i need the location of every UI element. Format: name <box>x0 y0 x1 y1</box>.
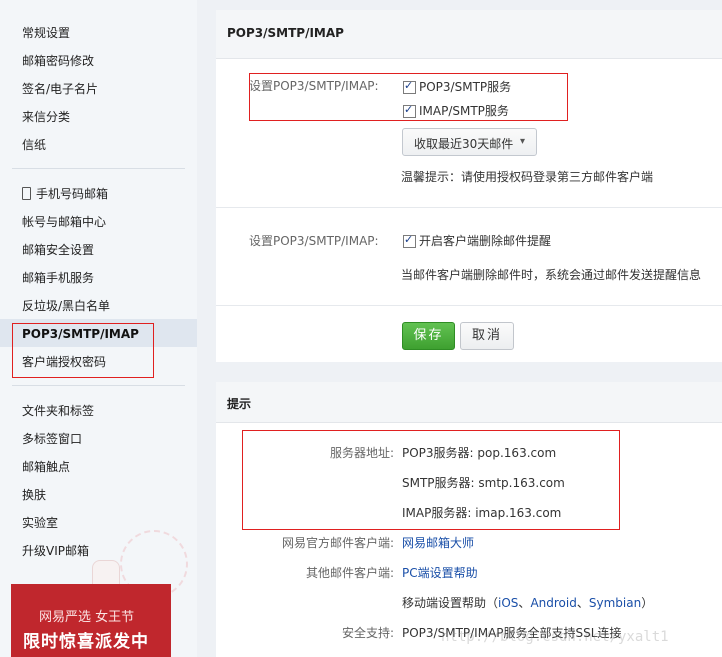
sidebar-item-lab[interactable]: 实验室 <box>22 515 58 531</box>
sidebar-item-password[interactable]: 邮箱密码修改 <box>22 53 94 69</box>
tips-panel-header: 提示 <box>216 382 722 423</box>
settings-panel: POP3/SMTP/IMAP 设置POP3/SMTP/IMAP: POP3/SM… <box>216 10 722 362</box>
sidebar-item-folders-tags[interactable]: 文件夹和标签 <box>22 403 94 419</box>
promo-line-2: 限时惊喜派发中 <box>23 632 149 652</box>
settings-sidebar: 常规设置 邮箱密码修改 签名/电子名片 来信分类 信纸 手机号码邮箱 帐号与邮箱… <box>0 0 197 657</box>
other-client-label: 其他邮件客户端: <box>305 566 394 580</box>
mobile-phone-icon <box>22 187 31 200</box>
sidebar-item-skin[interactable]: 换肤 <box>22 487 46 503</box>
sidebar-item-account-center[interactable]: 帐号与邮箱中心 <box>22 214 106 230</box>
promo-line-1: 网易严选 女王节 <box>39 610 135 625</box>
sidebar-divider <box>12 385 185 386</box>
auth-code-tip: 温馨提示：请使用授权码登录第三方邮件客户端 <box>401 170 654 184</box>
cancel-button[interactable]: 取消 <box>460 322 514 350</box>
sidebar-item-stationery[interactable]: 信纸 <box>22 137 46 153</box>
main-content: POP3/SMTP/IMAP 设置POP3/SMTP/IMAP: POP3/SM… <box>197 0 722 657</box>
sidebar-divider <box>12 168 185 169</box>
official-client-link[interactable]: 网易邮箱大师 <box>402 534 474 551</box>
watermark-url: http://blog.csdn.net/yxalt1 <box>441 629 669 645</box>
row2-label: 设置POP3/SMTP/IMAP: <box>249 234 379 248</box>
highlight-box-servers <box>242 430 620 530</box>
android-help-link[interactable]: Android <box>530 596 576 610</box>
mobile-help-prefix: 移动端设置帮助（ <box>402 596 499 610</box>
row-separator <box>216 207 722 208</box>
sidebar-item-touchpoints[interactable]: 邮箱触点 <box>22 459 70 475</box>
sidebar-item-multi-tab[interactable]: 多标签窗口 <box>22 431 82 447</box>
highlight-box-services <box>249 73 568 121</box>
delete-alert-label[interactable]: 开启客户端删除邮件提醒 <box>419 232 551 249</box>
sidebar-item-mobile-service[interactable]: 邮箱手机服务 <box>22 270 94 286</box>
sidebar-item-label: 手机号码邮箱 <box>36 187 109 201</box>
settings-panel-header: POP3/SMTP/IMAP <box>216 10 722 59</box>
sidebar-item-antispam[interactable]: 反垃圾/黑白名单 <box>22 298 110 314</box>
delete-alert-checkbox[interactable] <box>403 233 416 248</box>
promo-banner[interactable]: 网易严选 女王节 限时惊喜派发中 <box>11 584 171 657</box>
highlight-box-sidebar <box>12 323 154 378</box>
tips-panel: 提示 服务器地址: POP3服务器: pop.163.com SMTP服务器: … <box>216 382 722 657</box>
sidebar-item-upgrade-vip[interactable]: 升级VIP邮箱 <box>22 543 89 559</box>
sidebar-item-mail-filter[interactable]: 来信分类 <box>22 109 70 125</box>
save-button[interactable]: 保存 <box>402 322 455 350</box>
row-separator <box>216 305 722 306</box>
symbian-help-link[interactable]: Symbian <box>589 596 641 610</box>
sidebar-item-security[interactable]: 邮箱安全设置 <box>22 242 94 258</box>
official-client-label: 网易官方邮件客户端: <box>281 536 394 550</box>
pc-help-link[interactable]: PC端设置帮助 <box>402 564 478 581</box>
sidebar-item-signature[interactable]: 签名/电子名片 <box>22 81 98 97</box>
dropdown-value: 收取最近30天邮件 <box>414 137 514 151</box>
ios-help-link[interactable]: iOS <box>498 596 518 610</box>
chevron-down-icon: ▾ <box>520 136 526 147</box>
delete-alert-description: 当邮件客户端删除邮件时，系统会通过邮件发送提醒信息 <box>401 268 702 282</box>
mobile-help: 移动端设置帮助（iOS、Android、Symbian） <box>402 596 654 610</box>
panel-title: POP3/SMTP/IMAP <box>227 26 344 40</box>
sidebar-item-general[interactable]: 常规设置 <box>22 25 70 41</box>
receive-range-dropdown[interactable]: 收取最近30天邮件 ▾ <box>402 128 537 156</box>
security-label: 安全支持: <box>341 626 394 640</box>
sidebar-item-mobile-mailbox[interactable]: 手机号码邮箱 <box>22 186 108 202</box>
mobile-help-suffix: ） <box>641 596 654 610</box>
panel-title: 提示 <box>227 397 252 411</box>
